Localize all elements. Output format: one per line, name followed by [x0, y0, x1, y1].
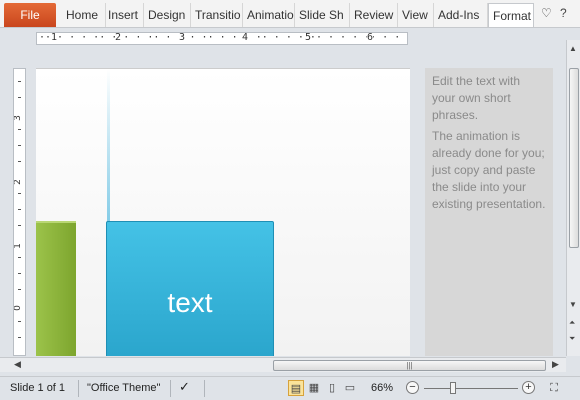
- file-tab[interactable]: File: [4, 3, 56, 27]
- ruler-tick: [18, 97, 21, 98]
- zoom-out-icon[interactable]: −: [406, 381, 419, 394]
- normal-view-icon[interactable]: ▤: [288, 380, 304, 396]
- tab-slide-show[interactable]: Slide Sh: [295, 3, 350, 27]
- scroll-right-icon[interactable]: ▶: [552, 359, 559, 370]
- tab-add-ins[interactable]: Add-Ins: [434, 3, 488, 27]
- ribbon-tab-bar: File Home Insert Design Transitio Animat…: [0, 0, 580, 28]
- zoom-in-icon[interactable]: +: [522, 381, 535, 394]
- vertical-scrollbar[interactable]: ▲ ▼ ⏶ ⏷: [566, 40, 580, 356]
- minimize-ribbon-icon[interactable]: ♡: [541, 6, 552, 20]
- zoom-slider-thumb[interactable]: [450, 382, 456, 394]
- ruler-label: 3: [179, 32, 186, 43]
- ruler-ticks: ·· · · · ·· · · · · · · · · · · · · · · · ·…: [39, 32, 401, 44]
- previous-slide-icon[interactable]: ⏶: [569, 318, 575, 328]
- horizontal-ruler: ·· · · · ·· · · · · · · · · · · · · · · · ·…: [36, 32, 408, 45]
- zoom-level-label[interactable]: 66%: [371, 382, 393, 394]
- ruler-tick: [18, 209, 21, 210]
- tab-review[interactable]: Review: [350, 3, 398, 27]
- slide-canvas[interactable]: text: [36, 68, 410, 356]
- ruler-tick: [18, 161, 21, 162]
- ruler-label: 6: [367, 32, 374, 43]
- status-divider: [78, 380, 79, 397]
- next-slide-icon[interactable]: ⏷: [569, 334, 575, 344]
- slide-show-view-icon[interactable]: ▭: [342, 380, 358, 396]
- horizontal-scrollbar[interactable]: ◀ ||| ▶: [0, 357, 566, 372]
- theme-name-label[interactable]: "Office Theme": [87, 382, 160, 394]
- ruler-tick: [18, 225, 21, 226]
- ruler-label: 0: [13, 305, 23, 311]
- tab-format[interactable]: Format: [488, 3, 534, 27]
- ruler-label: 1: [13, 243, 23, 249]
- tab-design[interactable]: Design: [144, 3, 191, 27]
- ruler-tick: [18, 321, 21, 322]
- slide-sorter-view-icon[interactable]: ▦: [306, 380, 322, 396]
- status-bar: Slide 1 of 1 "Office Theme" ✓ ▤ ▦ ▯ ▭ 66…: [0, 376, 580, 400]
- tab-home[interactable]: Home: [62, 3, 106, 27]
- tab-transitions[interactable]: Transitio: [191, 3, 243, 27]
- green-bar-shape[interactable]: [36, 221, 76, 356]
- scroll-up-icon[interactable]: ▲: [569, 44, 577, 53]
- ruler-label: 4: [242, 32, 249, 43]
- connector-line-shape[interactable]: [107, 69, 110, 222]
- tab-animations[interactable]: Animatio: [243, 3, 295, 27]
- reading-view-icon[interactable]: ▯: [324, 380, 340, 396]
- ruler-tick: [18, 257, 21, 258]
- tab-view[interactable]: View: [398, 3, 434, 27]
- fit-to-window-icon[interactable]: ⛶: [546, 380, 562, 396]
- spell-check-icon[interactable]: ✓: [179, 379, 190, 395]
- status-divider: [170, 380, 171, 397]
- notes-paragraph: The animation is already done for you; j…: [432, 129, 546, 211]
- ruler-label: 5: [305, 32, 312, 43]
- scroll-left-icon[interactable]: ◀: [14, 359, 21, 370]
- ruler-tick: [18, 81, 21, 82]
- ruler-tick: [18, 273, 21, 274]
- blue-bar-shape[interactable]: text: [106, 221, 274, 356]
- zoom-slider-track[interactable]: [424, 388, 518, 389]
- ruler-tick: [18, 289, 21, 290]
- ruler-label: 3: [13, 115, 23, 121]
- ruler-label: 2: [13, 179, 23, 185]
- ruler-tick: [18, 129, 21, 130]
- ruler-tick: [18, 145, 21, 146]
- slide-count-label: Slide 1 of 1: [10, 382, 66, 394]
- horizontal-scroll-thumb[interactable]: |||: [273, 360, 546, 371]
- ruler-tick: [18, 337, 21, 338]
- bar-text-label[interactable]: text: [107, 287, 273, 319]
- ruler-label: 2: [115, 32, 122, 43]
- help-icon[interactable]: ?: [560, 6, 567, 20]
- tab-insert[interactable]: Insert: [104, 3, 144, 27]
- vertical-scroll-thumb[interactable]: [569, 68, 579, 248]
- ruler-tick: [18, 193, 21, 194]
- notes-paragraph: Edit the text with your own short phrase…: [432, 74, 521, 122]
- status-divider: [204, 380, 205, 397]
- scroll-down-icon[interactable]: ▼: [569, 300, 577, 309]
- horizontal-ruler-area: ·· · · · ·· · · · · · · · · · · · · · · · ·…: [0, 29, 580, 49]
- ruler-label: 1: [51, 32, 58, 43]
- vertical-ruler: 3 2 1 0: [13, 68, 26, 356]
- notes-panel: Edit the text with your own short phrase…: [425, 68, 553, 356]
